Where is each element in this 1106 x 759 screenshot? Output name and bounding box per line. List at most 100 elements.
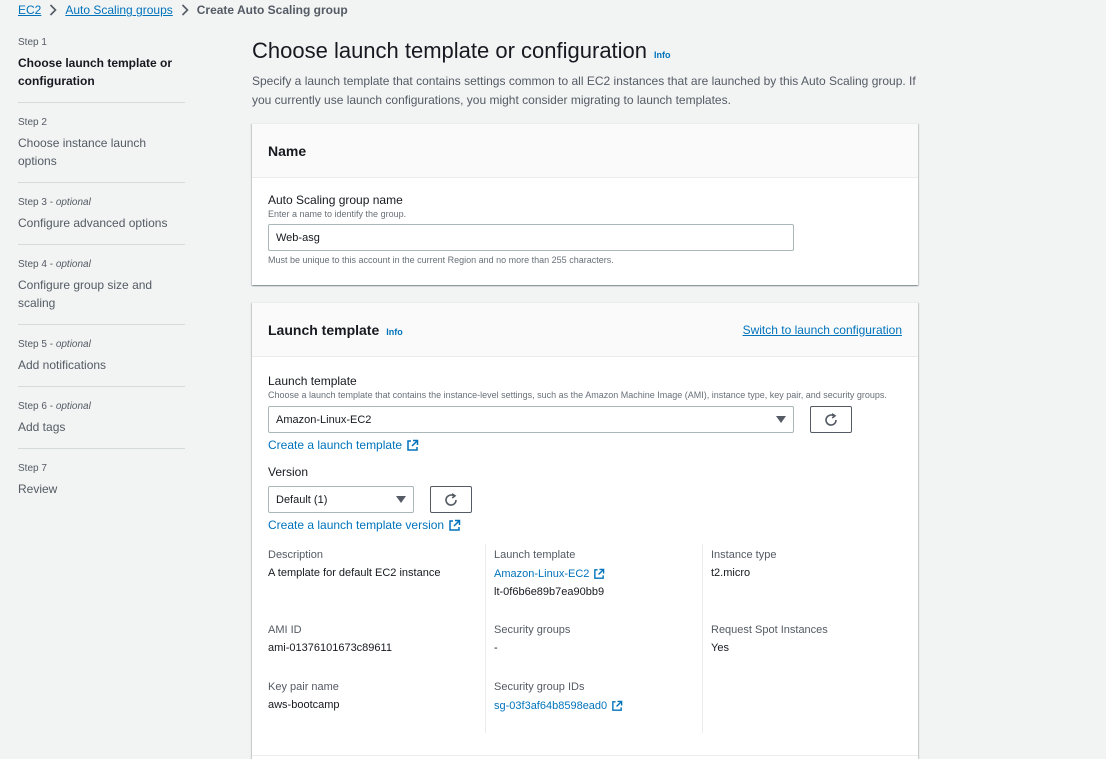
caret-down-icon (776, 416, 786, 423)
step-number: Step 3 - optional (18, 197, 91, 208)
create-launch-template-link[interactable]: Create a launch template (268, 438, 419, 452)
name-card-body: Auto Scaling group name Enter a name to … (252, 178, 918, 281)
breadcrumb: EC2 Auto Scaling groups Create Auto Scal… (18, 3, 348, 17)
version-selected: Default (1) (276, 493, 328, 506)
wizard-step-4[interactable]: Step 4 - optional Configure group size a… (18, 258, 185, 325)
detail-value: t2.micro (711, 567, 751, 579)
launch-template-label: Launch template (268, 374, 357, 388)
wizard-steps: Step 1 Choose launch template or configu… (18, 36, 185, 523)
details-column-3: Instance type t2.micro Request Spot Inst… (702, 544, 918, 733)
step-title: Add tags (18, 420, 66, 434)
detail-label: Launch template (494, 549, 576, 561)
launch-template-title-text: Launch template (268, 321, 380, 338)
detail-value: - (494, 642, 498, 654)
step-title: Add notifications (18, 358, 107, 372)
step-number: Step 4 - optional (18, 259, 91, 270)
step-optional: optional (55, 401, 91, 412)
external-link-icon (612, 700, 623, 711)
launch-template-detail-link[interactable]: Amazon-Linux-EC2 (494, 565, 605, 583)
detail-value: A template for default EC2 instance (268, 567, 441, 579)
step-number: Step 2 (18, 117, 47, 128)
wizard-step-5[interactable]: Step 5 - optional Add notifications (18, 338, 185, 387)
detail-description: Description A template for default EC2 i… (268, 546, 477, 619)
launch-template-select[interactable]: Amazon-Linux-EC2 (268, 406, 794, 433)
wizard-step-1[interactable]: Step 1 Choose launch template or configu… (18, 36, 185, 103)
step-number: Step 1 (18, 37, 47, 48)
step-number: Step 7 (18, 463, 47, 474)
page-header: Choose launch template or configuration … (252, 36, 918, 110)
refresh-icon (825, 412, 837, 426)
step-number: Step 6 - optional (18, 401, 91, 412)
create-launch-template-version-link[interactable]: Create a launch template version (268, 518, 461, 532)
detail-value: ami-01376101673c89611 (268, 642, 392, 654)
details-column-1: Description A template for default EC2 i… (268, 544, 485, 733)
step-number: Step 5 - optional (18, 339, 91, 350)
launch-template-info-link[interactable]: Info (386, 327, 403, 337)
detail-ami-id: AMI ID ami-01376101673c89611 (268, 621, 477, 676)
step-optional: optional (55, 339, 91, 350)
name-card: Name Auto Scaling group name Enter a nam… (252, 123, 918, 285)
launch-template-description: Choose a launch template that contains t… (268, 390, 887, 400)
launch-template-card-header: Launch template Info Switch to launch co… (252, 303, 918, 357)
breadcrumb-current: Create Auto Scaling group (196, 3, 348, 17)
card-divider (252, 755, 918, 756)
detail-label: Security group IDs (494, 681, 585, 693)
detail-label: Description (268, 549, 324, 561)
step-title: Configure group size and scaling (18, 278, 153, 310)
launch-template-card-title: Launch template Info (268, 322, 403, 338)
refresh-versions-button[interactable] (430, 486, 472, 513)
asg-name-value: Web-asg (276, 231, 320, 244)
detail-link-text: Amazon-Linux-EC2 (494, 568, 590, 580)
detail-security-group-ids: Security group IDs sg-03f3af64b8598ead0 (494, 678, 694, 733)
detail-label: AMI ID (268, 624, 302, 636)
version-label: Version (268, 465, 309, 479)
name-card-header: Name (252, 124, 918, 178)
asg-name-constraint: Must be unique to this account in the cu… (268, 255, 614, 265)
page-description: Specify a launch template that contains … (252, 74, 916, 107)
page-title: Choose launch template or configuration … (252, 36, 918, 70)
external-link-icon (407, 439, 419, 451)
detail-link-text: sg-03f3af64b8598ead0 (494, 700, 608, 712)
wizard-step-6[interactable]: Step 6 - optional Add tags (18, 400, 185, 449)
step-title: Review (18, 482, 58, 496)
asg-name-input[interactable]: Web-asg (268, 224, 794, 251)
launch-template-details: Description A template for default EC2 i… (268, 544, 902, 733)
create-launch-template-text: Create a launch template (268, 438, 403, 452)
detail-value: Yes (711, 642, 729, 654)
refresh-icon (445, 492, 457, 506)
chevron-right-icon (49, 4, 57, 16)
step-title: Configure advanced options (18, 216, 168, 230)
page-title-text: Choose launch template or configuration (252, 38, 648, 63)
detail-security-groups: Security groups - (494, 621, 694, 676)
caret-down-icon (396, 496, 406, 503)
details-column-2: Launch template Amazon-Linux-EC2 lt-0f6b… (485, 544, 702, 733)
launch-template-card-body: Launch template Choose a launch template… (252, 357, 918, 759)
detail-label: Request Spot Instances (711, 624, 828, 636)
asg-name-description: Enter a name to identify the group. (268, 209, 407, 219)
launch-template-id: lt-0f6b6e89b7ea90bb9 (494, 586, 605, 598)
step-title: Choose launch template or configuration (18, 56, 173, 88)
detail-label: Security groups (494, 624, 571, 636)
detail-instance-type: Instance type t2.micro (711, 546, 910, 619)
detail-request-spot: Request Spot Instances Yes (711, 621, 910, 676)
name-card-title: Name (268, 142, 307, 159)
step-optional: optional (55, 259, 91, 270)
external-link-icon (594, 568, 605, 579)
external-link-icon (449, 519, 461, 531)
breadcrumb-asg-link[interactable]: Auto Scaling groups (65, 3, 172, 17)
step-title: Choose instance launch options (18, 136, 147, 168)
detail-value: aws-bootcamp (268, 699, 340, 711)
detail-label: Key pair name (268, 681, 339, 693)
create-version-text: Create a launch template version (268, 518, 445, 532)
page-info-link[interactable]: Info (654, 40, 671, 70)
wizard-step-2[interactable]: Step 2 Choose instance launch options (18, 116, 185, 183)
breadcrumb-ec2-link[interactable]: EC2 (18, 3, 41, 17)
version-select[interactable]: Default (1) (268, 486, 414, 513)
detail-label: Instance type (711, 549, 777, 561)
wizard-step-7[interactable]: Step 7 Review (18, 462, 185, 510)
refresh-templates-button[interactable] (810, 406, 852, 433)
security-group-id-link[interactable]: sg-03f3af64b8598ead0 (494, 697, 623, 715)
switch-to-launch-configuration-link[interactable]: Switch to launch configuration (743, 323, 902, 337)
wizard-step-3[interactable]: Step 3 - optional Configure advanced opt… (18, 196, 185, 245)
chevron-right-icon (181, 4, 189, 16)
